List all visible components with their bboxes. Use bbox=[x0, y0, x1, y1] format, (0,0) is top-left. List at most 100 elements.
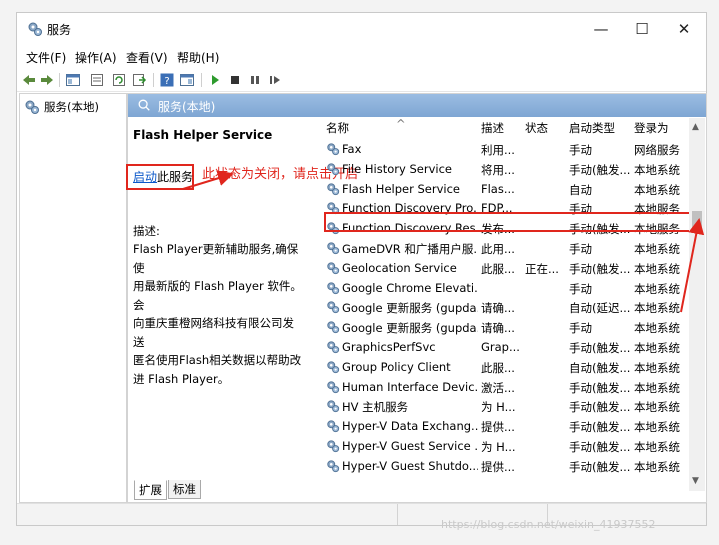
pause-service-icon[interactable] bbox=[247, 72, 263, 88]
service-row[interactable]: Flash Helper Service Flas... 自动 本地系统 bbox=[314, 179, 688, 199]
column-header-status[interactable]: 状态 bbox=[525, 118, 548, 138]
export-list-icon[interactable] bbox=[131, 72, 147, 88]
service-gear-icon bbox=[327, 440, 340, 453]
cell-description: 提供... bbox=[481, 459, 515, 474]
cell-description: 为 H... bbox=[481, 400, 516, 415]
cell-description: 此服... bbox=[481, 360, 515, 375]
show-console-icon[interactable] bbox=[179, 72, 195, 88]
restart-service-icon[interactable] bbox=[267, 72, 283, 88]
close-button[interactable]: ✕ bbox=[665, 17, 703, 41]
cell-description: 此服... bbox=[481, 261, 515, 276]
service-row[interactable]: HV 主机服务 为 H... 手动(触发... 本地系统 bbox=[314, 396, 688, 416]
description-line: 匿名使用Flash相关数据以帮助改 bbox=[133, 353, 302, 367]
cell-name: Human Interface Devic... bbox=[342, 379, 478, 394]
toolbar: ? bbox=[17, 69, 706, 92]
cell-startup-type: 手动(触发... bbox=[569, 380, 631, 395]
scrollbar-thumb[interactable] bbox=[692, 211, 702, 232]
service-gear-icon bbox=[327, 341, 340, 354]
cell-name: Flash Helper Service bbox=[342, 181, 460, 196]
service-row[interactable]: Hyper-V Guest Shutdo... 提供... 手动(触发... 本地系统 bbox=[314, 456, 688, 476]
maximize-button[interactable]: ☐ bbox=[623, 17, 661, 41]
service-row[interactable]: GameDVR 和广播用户服... 此用... 手动 本地系统 bbox=[314, 238, 688, 258]
cell-logon-as: 本地系统 bbox=[634, 261, 680, 276]
service-row[interactable]: Google 更新服务 (gupda... 请确... 手动 本地系统 bbox=[314, 317, 688, 337]
watermark-text: https://blog.csdn.net/weixin_41937552 bbox=[441, 518, 656, 531]
stop-service-icon[interactable] bbox=[227, 72, 243, 88]
description-line: 进 Flash Player。 bbox=[133, 371, 230, 386]
cell-logon-as: 本地系统 bbox=[634, 242, 680, 256]
service-row[interactable]: Hyper-V Guest Service ... 为 H... 手动(触发... 本… bbox=[314, 436, 688, 456]
cell-name: HV 主机服务 bbox=[342, 400, 409, 415]
start-service-suffix: 此服务 bbox=[157, 170, 194, 184]
service-gear-icon bbox=[327, 460, 340, 472]
cell-logon-as: 本地系统 bbox=[634, 420, 680, 435]
column-header-name[interactable]: 名称 bbox=[326, 118, 349, 138]
panel-header: 服务(本地) bbox=[128, 94, 706, 117]
service-description-pane: Flash Helper Service 启动此服务 此状态为关闭，请点击开启 … bbox=[126, 118, 358, 498]
cell-name: Hyper-V Data Exchang... bbox=[342, 419, 478, 434]
column-header-description[interactable]: 描述 bbox=[481, 118, 504, 138]
properties-icon[interactable] bbox=[89, 72, 105, 88]
start-service-icon[interactable] bbox=[207, 72, 223, 88]
description-line: Flash Player更新辅助服务,确保使 bbox=[133, 242, 299, 275]
cell-description: Flas... bbox=[481, 181, 515, 196]
cell-description: Grap... bbox=[481, 340, 520, 354]
description-line: 向重庆重橙网络科技有限公司发送 bbox=[133, 316, 294, 349]
services-gear-icon bbox=[28, 22, 42, 36]
toolbar-separator bbox=[201, 73, 202, 87]
service-row[interactable]: Fax 利用... 手动 网络服务 bbox=[314, 139, 688, 159]
column-header-logon-as[interactable]: 登录为 bbox=[634, 118, 669, 138]
service-gear-icon bbox=[327, 400, 340, 413]
service-row[interactable]: File History Service 将用... 手动(触发... 本地系统 bbox=[314, 159, 688, 179]
cell-logon-as: 本地系统 bbox=[634, 162, 680, 177]
menu-file[interactable]: 文件(F) bbox=[26, 49, 66, 66]
description-text: Flash Player更新辅助服务,确保使 用最新版的 Flash Playe… bbox=[133, 240, 303, 388]
service-row[interactable]: Geolocation Service 此服... 正在... 手动(触发... 本地系… bbox=[314, 258, 688, 278]
console-tree-icon[interactable] bbox=[65, 72, 81, 88]
tab-extended[interactable]: 扩展 bbox=[134, 480, 167, 500]
service-row[interactable]: Human Interface Devic... 激活... 手动(触发... 本地系… bbox=[314, 377, 688, 397]
cell-name: Group Policy Client bbox=[342, 359, 451, 374]
service-row[interactable]: Google Chrome Elevati... 手动 本地系统 bbox=[314, 278, 688, 298]
view-tabs: 扩展 标准 bbox=[128, 474, 706, 502]
status-cell bbox=[17, 504, 398, 525]
cell-startup-type: 手动(触发... bbox=[569, 420, 631, 435]
cell-startup-type: 手动 bbox=[569, 242, 592, 256]
cell-name: Google Chrome Elevati... bbox=[342, 280, 478, 295]
service-gear-icon bbox=[327, 420, 340, 433]
service-gear-icon bbox=[327, 380, 340, 393]
cell-name: Geolocation Service bbox=[342, 260, 457, 275]
menu-help[interactable]: 帮助(H) bbox=[177, 49, 219, 66]
cell-startup-type: 手动(触发... bbox=[569, 440, 631, 454]
tab-standard[interactable]: 标准 bbox=[168, 480, 201, 499]
cell-startup-type: 自动 bbox=[569, 182, 592, 197]
refresh-icon[interactable] bbox=[111, 72, 127, 88]
start-service-link[interactable]: 启动 bbox=[133, 170, 157, 184]
service-gear-icon bbox=[327, 182, 340, 195]
services-gear-icon bbox=[25, 100, 39, 114]
help-icon[interactable]: ? bbox=[159, 72, 175, 88]
cell-startup-type: 手动(触发... bbox=[569, 400, 631, 415]
back-arrow-icon[interactable] bbox=[21, 72, 37, 88]
toolbar-separator bbox=[153, 73, 154, 87]
column-header-startup-type[interactable]: 启动类型 bbox=[569, 118, 615, 138]
menu-action[interactable]: 操作(A) bbox=[75, 49, 117, 66]
scroll-up-icon[interactable]: ▲ bbox=[692, 122, 699, 132]
cell-name: File History Service bbox=[342, 161, 452, 176]
cell-description: 为 H... bbox=[481, 440, 516, 454]
cell-startup-type: 手动 bbox=[569, 143, 592, 157]
service-row[interactable]: Hyper-V Data Exchang... 提供... 手动(触发... 本地系统 bbox=[314, 416, 688, 436]
forward-arrow-icon[interactable] bbox=[39, 72, 55, 88]
cell-startup-type: 手动 bbox=[569, 281, 592, 296]
minimize-button[interactable]: — bbox=[582, 17, 620, 41]
cell-logon-as: 本地系统 bbox=[634, 380, 680, 395]
menu-bar: 文件(F) 操作(A) 查看(V) 帮助(H) bbox=[17, 47, 706, 67]
service-row[interactable]: Google 更新服务 (gupda... 请确... 自动(延迟... 本地系统 bbox=[314, 297, 688, 317]
selected-service-name: Flash Helper Service bbox=[133, 128, 273, 142]
services-window: 服务 — ☐ ✕ 文件(F) 操作(A) 查看(V) 帮助(H) ? 服务(本地… bbox=[16, 12, 707, 526]
menu-view[interactable]: 查看(V) bbox=[126, 49, 168, 66]
service-row[interactable]: Group Policy Client 此服... 自动(触发... 本地系统 bbox=[314, 357, 688, 377]
service-row[interactable]: GraphicsPerfSvc Grap... 手动(触发... 本地系统 bbox=[314, 337, 688, 357]
title-bar: 服务 — ☐ ✕ bbox=[17, 13, 706, 45]
vertical-scrollbar[interactable]: ▲ ▼ bbox=[689, 118, 705, 491]
